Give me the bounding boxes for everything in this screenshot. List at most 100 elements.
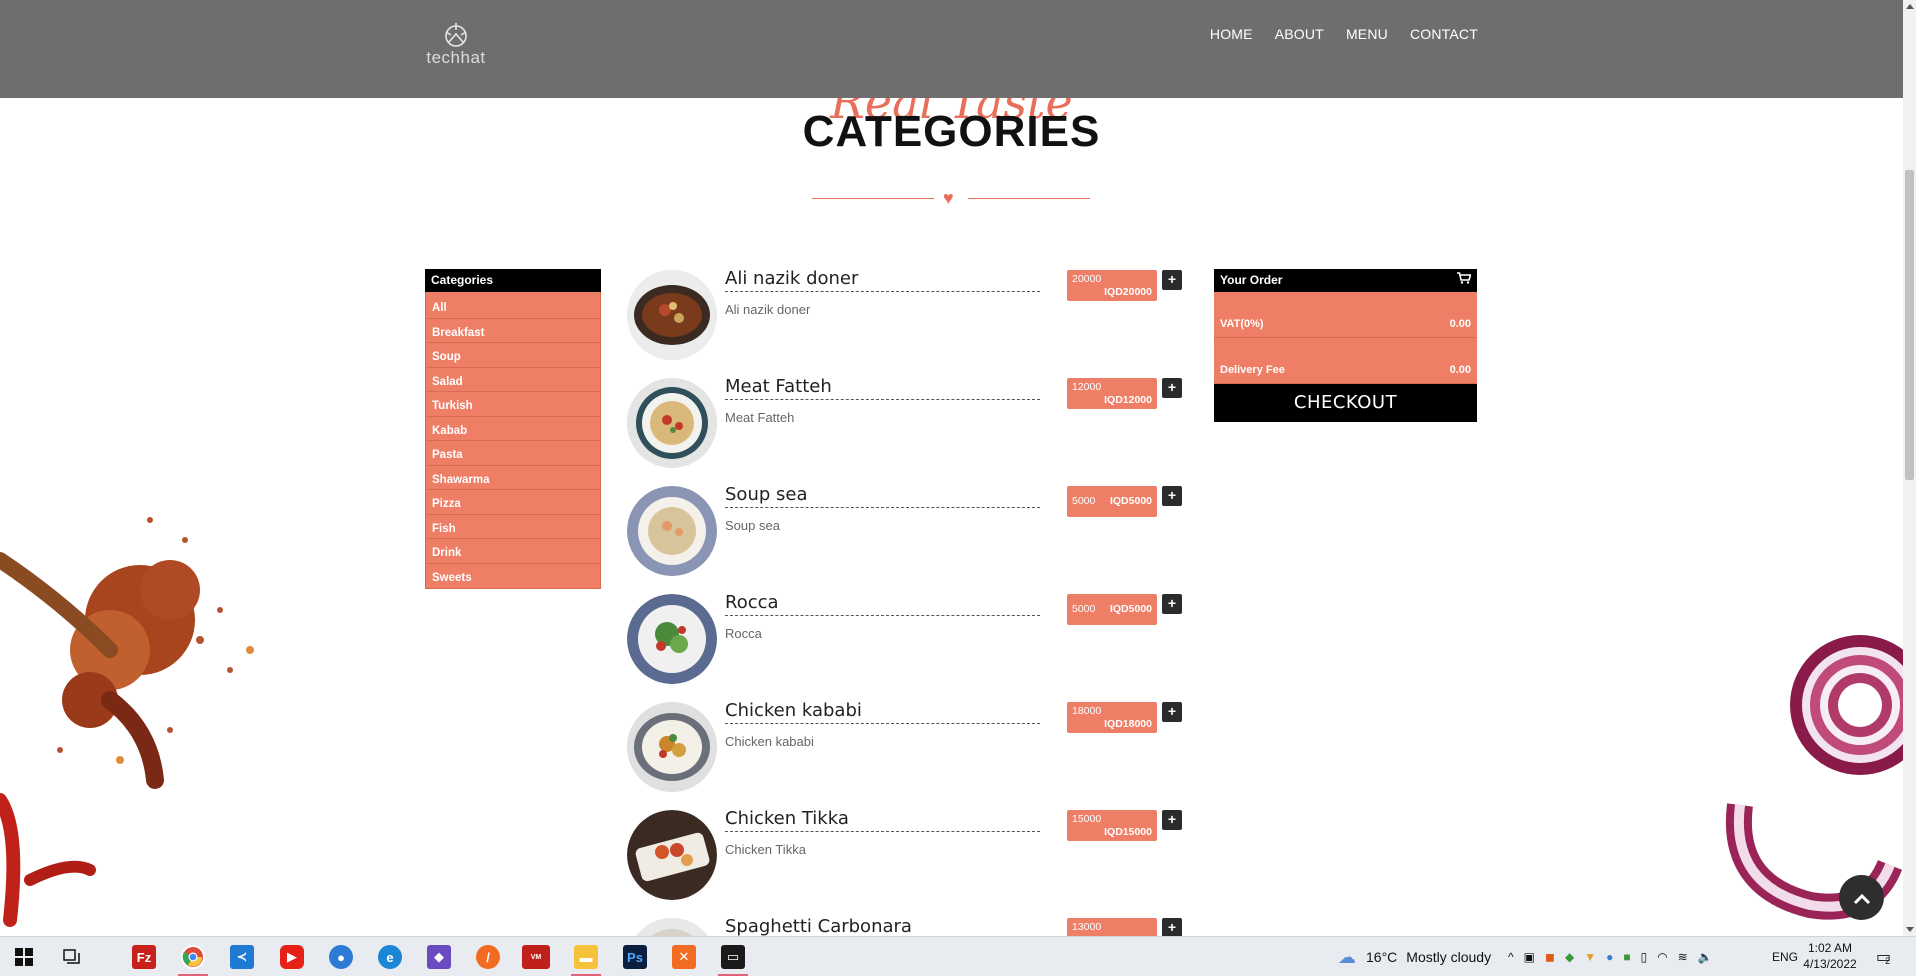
cart-icon[interactable]: [1457, 269, 1472, 292]
category-shawarma[interactable]: Shawarma: [426, 466, 600, 490]
price-badge: 12000 IQD12000: [1067, 378, 1157, 409]
wifi-icon[interactable]: ≋: [1678, 950, 1688, 964]
chevron-up-icon: [1853, 893, 1870, 905]
nav-home[interactable]: HOME: [1210, 26, 1253, 42]
tray-app-icon[interactable]: ◆: [1565, 950, 1574, 964]
system-clock[interactable]: 1:02 AM 4/13/2022: [1795, 940, 1865, 972]
app-icon-purple[interactable]: ◆: [427, 945, 451, 969]
tray-app-icon[interactable]: ▣: [1524, 950, 1535, 964]
clock-time: 1:02 AM: [1807, 941, 1853, 955]
terminal-icon[interactable]: ▭: [721, 945, 745, 969]
task-view-icon[interactable]: [60, 945, 84, 969]
volume-icon[interactable]: 🔈: [1698, 950, 1713, 964]
menu-item-name[interactable]: Rocca: [725, 592, 1040, 616]
menu-item: Spaghetti Carbonara 13000 +: [627, 916, 1187, 936]
app-icon-orange[interactable]: /: [476, 945, 500, 969]
nav-about[interactable]: ABOUT: [1275, 26, 1324, 42]
menu-item-name[interactable]: Spaghetti Carbonara: [725, 916, 1040, 936]
xampp-icon[interactable]: ✕: [672, 945, 696, 969]
nav-contact[interactable]: CONTACT: [1410, 26, 1478, 42]
scroll-to-top-button[interactable]: [1839, 875, 1884, 920]
scroll-thumb[interactable]: [1905, 170, 1914, 480]
scroll-up-icon[interactable]: [1906, 4, 1914, 9]
tray-app-icon[interactable]: ▼: [1584, 950, 1596, 964]
tray-app-icon[interactable]: ▯: [1641, 950, 1648, 964]
app-icon-blue[interactable]: ●: [329, 945, 353, 969]
network-icon[interactable]: ◠: [1657, 950, 1667, 964]
add-to-order-button[interactable]: +: [1162, 594, 1182, 614]
system-tray: ^ ▣ ◼ ◆ ▼ ● ■ ▯ ◠ ≋ 🔈: [1508, 937, 1713, 976]
category-drink[interactable]: Drink: [426, 539, 600, 564]
delivery-label: Delivery Fee: [1220, 364, 1285, 376]
tray-app-icon[interactable]: ■: [1623, 950, 1630, 964]
price-value: 18000: [1072, 705, 1102, 717]
add-to-order-button[interactable]: +: [1162, 918, 1182, 936]
menu-item-desc: Ali nazik doner: [725, 302, 811, 317]
weather-widget[interactable]: ☁ 16°C Mostly cloudy: [1338, 937, 1491, 976]
price-badge: 13000: [1067, 918, 1157, 936]
menu-item-name[interactable]: Chicken Tikka: [725, 808, 1040, 832]
edge-icon[interactable]: e: [378, 945, 402, 969]
tray-app-icon[interactable]: ◼: [1545, 950, 1555, 964]
chevron-up-icon[interactable]: ^: [1508, 950, 1514, 964]
add-to-order-button[interactable]: +: [1162, 378, 1182, 398]
price-badge: 5000 IQD5000: [1067, 594, 1157, 625]
menu-item: Meat Fatteh Meat Fatteh 12000 IQD12000 +: [627, 376, 1187, 468]
clock-date: 4/13/2022: [1803, 957, 1857, 971]
category-salad[interactable]: Salad: [426, 368, 600, 392]
category-turkish[interactable]: Turkish: [426, 392, 600, 417]
site-header: techhat HOME ABOUT MENU CONTACT: [0, 0, 1903, 98]
menu-item-name[interactable]: Ali nazik doner: [725, 268, 1040, 292]
logo-icon: [445, 23, 467, 47]
main-nav: HOME ABOUT MENU CONTACT: [1210, 26, 1478, 42]
food-image: [627, 378, 717, 468]
category-breakfast[interactable]: Breakfast: [426, 319, 600, 343]
category-sweets[interactable]: Sweets: [426, 564, 600, 589]
checkout-button[interactable]: CHECKOUT: [1214, 384, 1477, 422]
category-all[interactable]: All: [426, 294, 600, 319]
menu-item-name[interactable]: Chicken kababi: [725, 700, 1040, 724]
file-explorer-icon[interactable]: ▬: [574, 945, 598, 969]
menu-item-name[interactable]: Soup sea: [725, 484, 1040, 508]
windows-taskbar: Fz ≺ ▶ ● e ◆ / VM ▬ Ps ✕ ▭ ☁ 16°C Mostly…: [0, 936, 1916, 976]
voicemeeter-icon[interactable]: VM: [522, 945, 550, 969]
category-fish[interactable]: Fish: [426, 515, 600, 539]
add-to-order-button[interactable]: +: [1162, 270, 1182, 290]
order-title: Your Order: [1220, 273, 1283, 287]
add-to-order-button[interactable]: +: [1162, 810, 1182, 830]
category-pizza[interactable]: Pizza: [426, 490, 600, 515]
price-value: 12000: [1072, 381, 1102, 393]
price-value: 20000: [1072, 273, 1102, 285]
price-label: IQD5000: [1109, 603, 1152, 615]
add-to-order-button[interactable]: +: [1162, 702, 1182, 722]
food-image: [627, 918, 717, 936]
notification-center[interactable]: ▭ 2: [1876, 937, 1891, 976]
category-kabab[interactable]: Kabab: [426, 417, 600, 441]
vat-row: VAT(0%) 0.00: [1214, 292, 1477, 338]
food-image: [627, 594, 717, 684]
photoshop-icon[interactable]: Ps: [623, 945, 647, 969]
categories-sidebar: Categories All Breakfast Soup Salad Turk…: [425, 269, 601, 589]
category-soup[interactable]: Soup: [426, 343, 600, 368]
youtube-icon[interactable]: ▶: [280, 945, 304, 969]
nav-menu[interactable]: MENU: [1346, 26, 1388, 42]
menu-item-desc: Rocca: [725, 626, 762, 641]
category-pasta[interactable]: Pasta: [426, 441, 600, 466]
add-to-order-button[interactable]: +: [1162, 486, 1182, 506]
site-logo[interactable]: techhat: [424, 20, 488, 68]
categories-heading: Categories: [425, 269, 601, 292]
windows-start-icon[interactable]: [12, 945, 36, 969]
vat-label: VAT(0%): [1220, 318, 1264, 330]
page-scrollbar[interactable]: [1903, 0, 1916, 936]
menu-item-desc: Chicken kababi: [725, 734, 814, 749]
delivery-row: Delivery Fee 0.00: [1214, 338, 1477, 384]
order-panel: Your Order VAT(0%) 0.00 Delivery Fee 0.0…: [1214, 269, 1477, 422]
price-value: 15000: [1072, 813, 1102, 825]
menu-item-name[interactable]: Meat Fatteh: [725, 376, 1040, 400]
tray-app-icon[interactable]: ●: [1606, 950, 1613, 964]
scroll-down-icon[interactable]: [1906, 927, 1914, 932]
weather-temp: 16°C: [1366, 949, 1398, 965]
chrome-icon[interactable]: [181, 945, 205, 969]
vscode-icon[interactable]: ≺: [230, 945, 254, 969]
filezilla-icon[interactable]: Fz: [132, 945, 156, 969]
